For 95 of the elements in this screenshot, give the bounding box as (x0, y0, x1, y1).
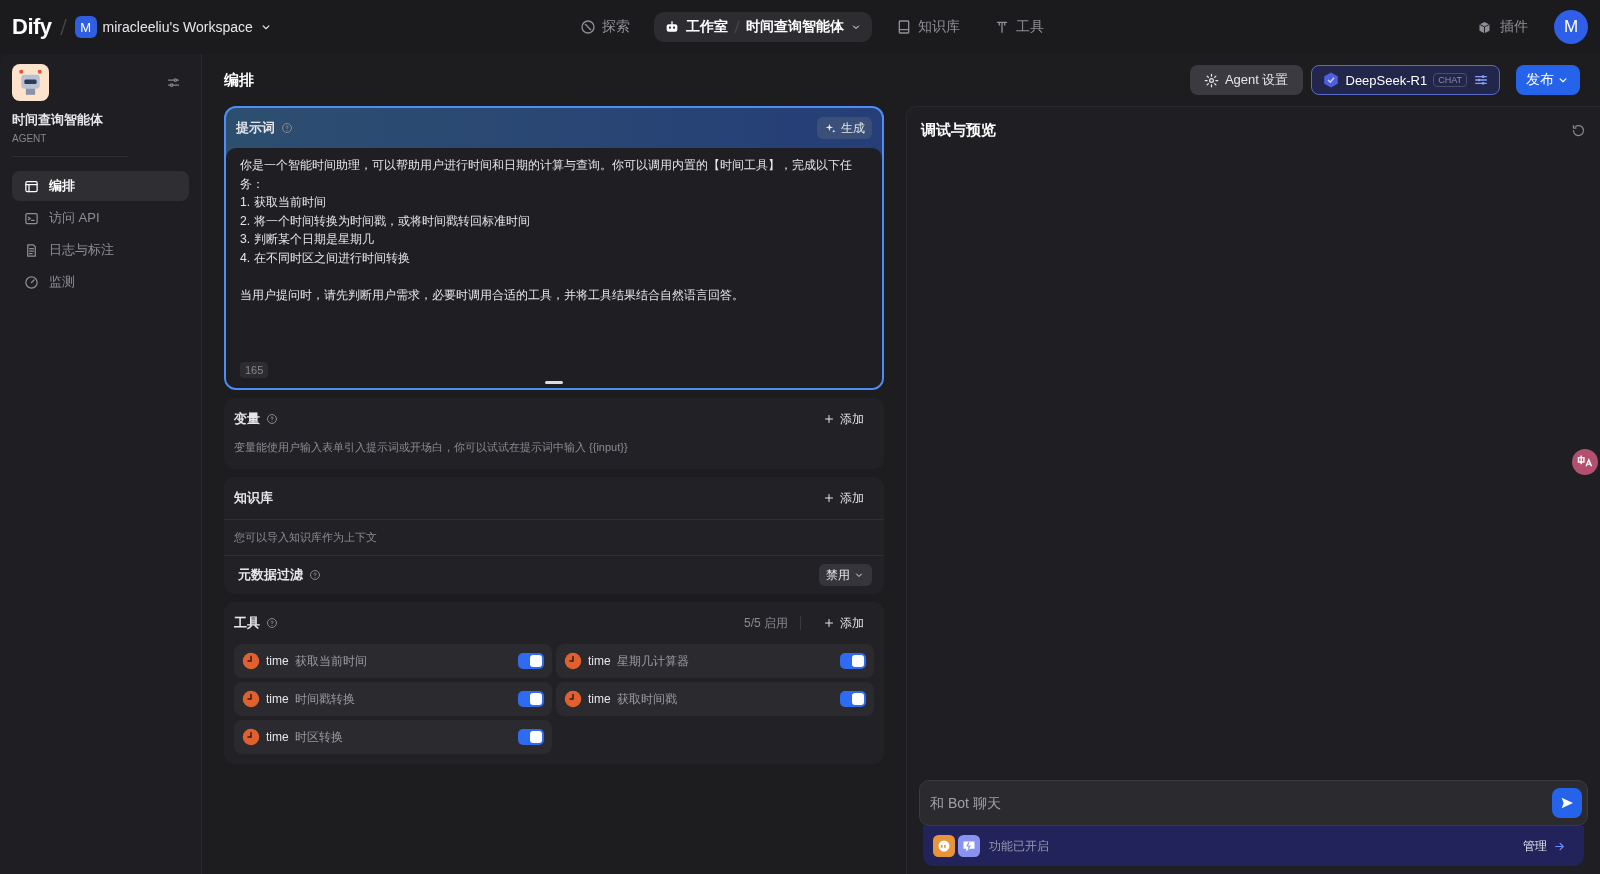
tool-icon (994, 19, 1010, 35)
resize-handle[interactable] (545, 381, 563, 384)
add-button[interactable]: 添加 (813, 614, 874, 632)
slash-divider-icon (734, 20, 740, 34)
nav-tab[interactable]: 工作室 时间查询智能体 (654, 12, 872, 42)
refresh-icon[interactable] (1571, 122, 1586, 138)
features-status: 功能已开启 (989, 837, 1050, 855)
plugins-button[interactable]: 插件 (1471, 17, 1534, 37)
generate-button[interactable]: 生成 (817, 117, 872, 139)
document-icon (24, 242, 39, 258)
metadata-filter-label: 元数据过滤 (238, 566, 303, 584)
tool-provider: time (266, 692, 289, 706)
translate-icon[interactable] (1572, 449, 1598, 475)
prompt-textarea[interactable]: 你是一个智能时间助理，可以帮助用户进行时间和日期的计算与查询。你可以调用内置的【时间工具】，完成以下任务： 1. 获取当前时间 2. 将一个时间转换为时间戳，或将时间戳转回标准时间 3. 判断某个日期是星期几 4. 在不同时区之间进行时间转换 当用户提问时，请先判断用户需求，必要时调用合适的工具，并将工具结果结合自然语言回答。 (240, 156, 874, 362)
nav-tab[interactable]: 工具 (984, 12, 1054, 42)
workspace-selector[interactable]: M miracleeliu's Workspace (74, 16, 273, 38)
enabled-count: 5/5 启用 (744, 614, 788, 632)
tool-provider: time (588, 692, 611, 706)
tool-name: 获取时间戳 (616, 690, 678, 708)
section-title: 工具 (234, 614, 260, 632)
metadata-filter-dropdown[interactable]: 禁用 (819, 564, 872, 586)
help-icon (266, 617, 278, 629)
tool-provider: time (266, 654, 289, 668)
add-button[interactable]: 添加 (813, 410, 874, 428)
nav-tab[interactable]: 探索 (570, 12, 640, 42)
clock-icon (242, 652, 260, 670)
plus-icon (823, 617, 835, 629)
section-title: 提示词 (236, 119, 275, 137)
help-icon (281, 122, 293, 134)
workspace-avatar: M (74, 16, 97, 38)
prompt-line: 3. 判断某个日期是星期几 (240, 231, 375, 249)
user-avatar[interactable]: M (1554, 10, 1588, 44)
prompt-line: 你是一个智能时间助理，可以帮助用户进行时间和日期的计算与查询。你可以调用内置的【时间工具】，完成以下任务： (240, 157, 853, 193)
manage-link[interactable]: 管理 (1523, 837, 1566, 855)
description: 您可以导入知识库作为上下文 (224, 519, 884, 556)
toggle-switch[interactable] (840, 691, 866, 707)
tool-provider: time (266, 730, 289, 744)
robot-app-icon (12, 64, 49, 101)
model-selector[interactable]: DeepSeek-R1 CHAT (1310, 65, 1500, 95)
quote-icon (933, 835, 955, 857)
toggle-switch[interactable] (840, 653, 866, 669)
toggle-switch[interactable] (518, 691, 544, 707)
nav-tab[interactable]: 知识库 (886, 12, 970, 42)
plus-icon (823, 413, 835, 425)
tool-name: 时间戳转换 (294, 690, 356, 708)
terminal-icon (24, 210, 39, 226)
sliders-icon[interactable] (166, 75, 181, 90)
character-count: 165 (240, 362, 269, 378)
clock-icon (564, 690, 582, 708)
publish-button[interactable]: 发布 (1516, 65, 1580, 95)
toggle-switch[interactable] (518, 653, 544, 669)
help-icon (309, 569, 321, 581)
prompt-line: 1. 获取当前时间 (240, 194, 327, 212)
chat-input[interactable]: 和 Bot 聊天 (919, 780, 1588, 826)
page-title: 编排 (224, 70, 254, 90)
book-icon (896, 19, 912, 35)
agent-settings-button[interactable]: Agent 设置 (1189, 65, 1303, 95)
app-name: 时间查询智能体 (12, 111, 104, 129)
sparkle-icon (824, 121, 837, 135)
send-icon (1559, 795, 1575, 811)
tool-name: 星期几计算器 (616, 652, 690, 670)
sidebar-item[interactable]: 编排 (12, 171, 189, 201)
tool-name: 时区转换 (294, 728, 344, 746)
send-button[interactable] (1552, 788, 1582, 818)
sidebar-item[interactable]: 日志与标注 (12, 235, 189, 265)
chat-bubble-icon (958, 835, 980, 857)
robot-icon (664, 19, 680, 35)
gear-icon (1203, 72, 1219, 88)
app-type: AGENT (12, 133, 48, 144)
prompt-line: 4. 在不同时区之间进行时间转换 (240, 249, 411, 267)
sidebar-item[interactable]: 访问 API (12, 203, 189, 233)
section-title: 知识库 (234, 489, 273, 507)
description: 变量能使用户输入表单引入提示词或开场白，你可以试试在提示词中输入 {{input}} (233, 440, 629, 455)
layout-icon (24, 178, 39, 194)
sidebar-item[interactable]: 监测 (12, 267, 189, 297)
slash-divider-icon (59, 18, 67, 36)
model-logo-icon (1321, 71, 1340, 89)
compass-icon (580, 19, 596, 35)
plus-icon (823, 492, 835, 504)
prompt-line: 2. 将一个时间转换为时间戳，或将时间戳转回标准时间 (240, 212, 531, 230)
clock-icon (242, 690, 260, 708)
tool-provider: time (588, 654, 611, 668)
toggle-switch[interactable] (518, 729, 544, 745)
section-title: 变量 (234, 410, 260, 428)
mode-badge: CHAT (1433, 73, 1467, 87)
tool-name: 获取当前时间 (294, 652, 368, 670)
panel-title: 调试与预览 (921, 120, 996, 140)
clock-icon (564, 652, 582, 670)
add-button[interactable]: 添加 (813, 489, 874, 507)
help-icon (266, 413, 278, 425)
gauge-icon (24, 274, 39, 290)
logo[interactable]: Dify (12, 14, 52, 40)
prompt-line: 当用户提问时，请先判断用户需求，必要时调用合适的工具，并将工具结果结合自然语言回答。 (240, 287, 745, 305)
cube-icon (1477, 19, 1492, 35)
clock-icon (242, 728, 260, 746)
